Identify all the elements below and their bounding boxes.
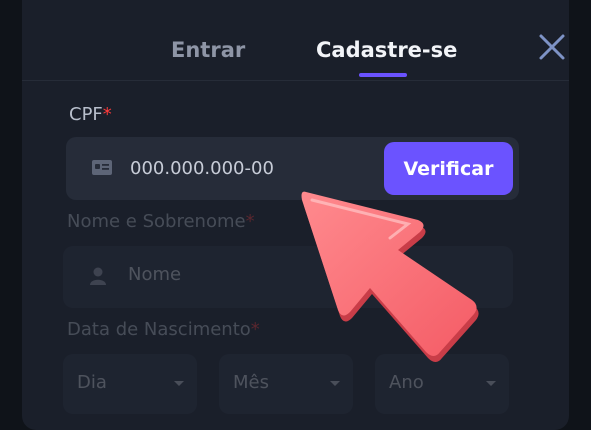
auth-tabs: Entrar Cadastre-se: [22, 0, 569, 81]
required-mark: *: [102, 104, 112, 125]
month-select-value: Mês: [233, 372, 269, 393]
day-select[interactable]: Dia: [63, 354, 197, 414]
active-tab-indicator: [359, 73, 407, 77]
id-card-icon: [92, 160, 112, 175]
name-label-text: Nome e Sobrenome: [67, 211, 246, 232]
user-icon: [90, 267, 106, 285]
cpf-input[interactable]: 000.000.000-00: [130, 158, 274, 179]
chevron-down-icon: [330, 381, 340, 386]
close-icon[interactable]: [537, 32, 567, 62]
name-label: Nome e Sobrenome*: [67, 211, 255, 232]
cpf-label: CPF*: [69, 104, 112, 125]
name-input[interactable]: Nome: [128, 264, 181, 285]
year-select-value: Ano: [389, 372, 424, 393]
chevron-down-icon: [486, 381, 496, 386]
day-select-value: Dia: [77, 372, 107, 393]
required-mark: *: [245, 211, 255, 232]
chevron-down-icon: [174, 381, 184, 386]
pointer-arrow-icon: [301, 191, 479, 362]
tab-signup[interactable]: Cadastre-se: [316, 38, 457, 62]
cpf-label-text: CPF: [69, 104, 103, 125]
required-mark: *: [250, 319, 260, 340]
tab-login[interactable]: Entrar: [171, 38, 245, 62]
birthdate-label-text: Data de Nascimento: [67, 319, 251, 340]
birthdate-label: Data de Nascimento*: [67, 319, 260, 340]
